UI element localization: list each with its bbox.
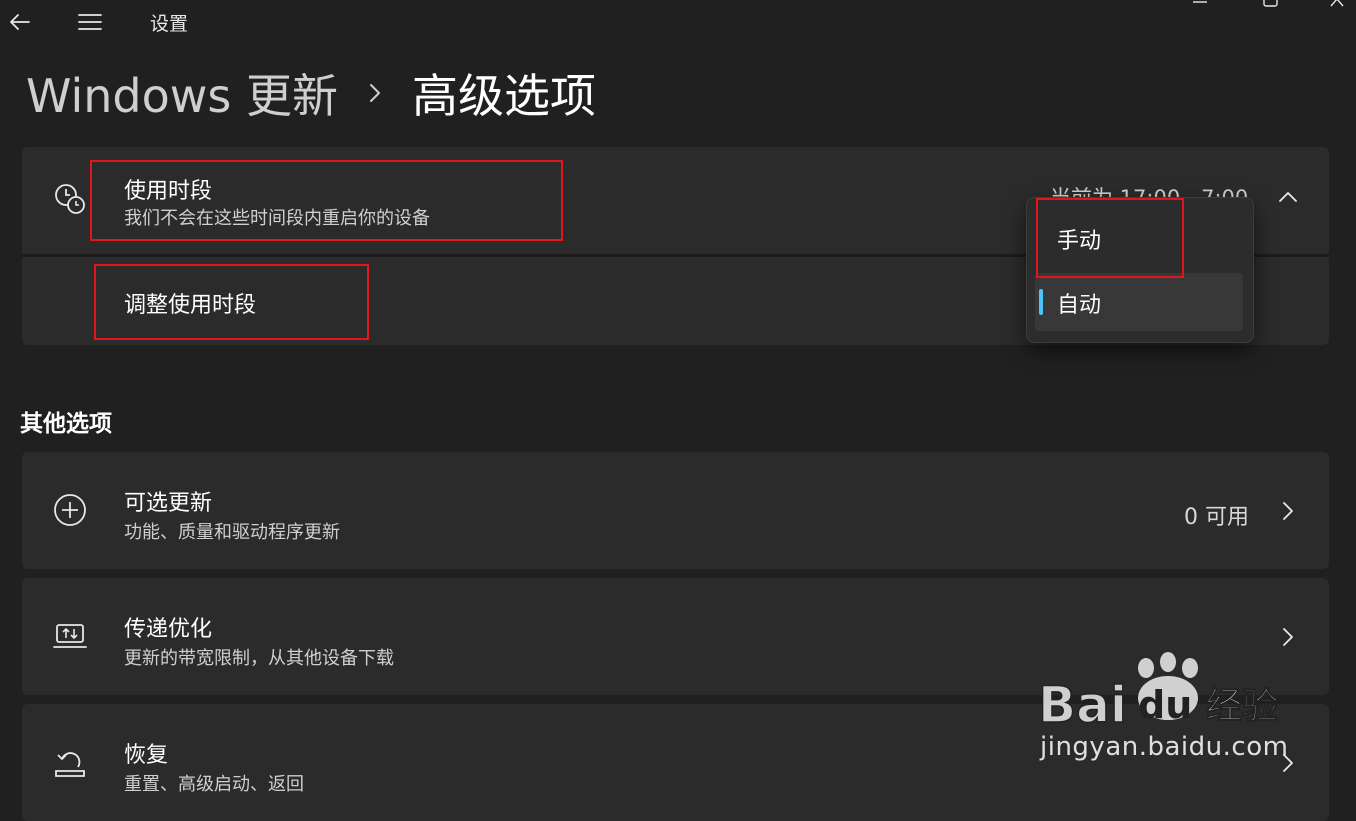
recovery-description: 重置、高级启动、返回 — [124, 774, 304, 795]
delivery-optimization-description: 更新的带宽限制，从其他设备下载 — [124, 648, 394, 669]
breadcrumb: Windows 更新 高级选项 — [26, 58, 596, 128]
hamburger-menu-icon[interactable] — [76, 8, 104, 36]
recovery-title: 恢复 — [124, 743, 169, 768]
close-icon[interactable] — [1325, 0, 1355, 12]
back-arrow-icon[interactable] — [6, 8, 34, 36]
delivery-optimization-icon — [52, 619, 88, 655]
plus-circle-icon — [52, 492, 88, 528]
section-heading: 其他选项 — [20, 411, 112, 437]
minimize-icon[interactable] — [1185, 0, 1215, 12]
app-title: 设置 — [150, 13, 189, 35]
delivery-optimization-title: 传递优化 — [124, 617, 213, 642]
recovery-icon — [52, 745, 88, 781]
svg-text:du: du — [1138, 683, 1192, 727]
highlight-box-active-hours — [90, 160, 563, 241]
optional-updates-row[interactable]: 可选更新 功能、质量和驱动程序更新 0 可用 — [22, 452, 1329, 569]
active-hours-clock-icon — [52, 180, 88, 216]
chevron-right-icon — [1278, 627, 1298, 647]
chevron-right-icon — [1278, 501, 1298, 521]
optional-updates-title: 可选更新 — [124, 491, 213, 516]
page-title: 高级选项 — [411, 69, 596, 123]
chevron-up-icon[interactable] — [1278, 187, 1298, 207]
highlight-box-adjust — [94, 264, 369, 340]
optional-updates-description: 功能、质量和驱动程序更新 — [124, 522, 340, 543]
watermark-url: jingyan.baidu.com — [1040, 732, 1289, 762]
maximize-icon[interactable] — [1256, 0, 1286, 12]
chevron-right-icon — [366, 81, 384, 105]
dropdown-option-automatic[interactable]: 自动 — [1035, 273, 1243, 331]
selection-indicator — [1039, 289, 1043, 315]
svg-text:Bai: Bai — [1038, 676, 1127, 730]
title-bar: 设置 — [0, 0, 1356, 44]
svg-text:经验: 经验 — [1206, 686, 1278, 727]
breadcrumb-parent[interactable]: Windows 更新 — [26, 60, 338, 126]
highlight-box-manual — [1036, 198, 1184, 278]
available-count: 0 可用 — [1184, 505, 1249, 530]
